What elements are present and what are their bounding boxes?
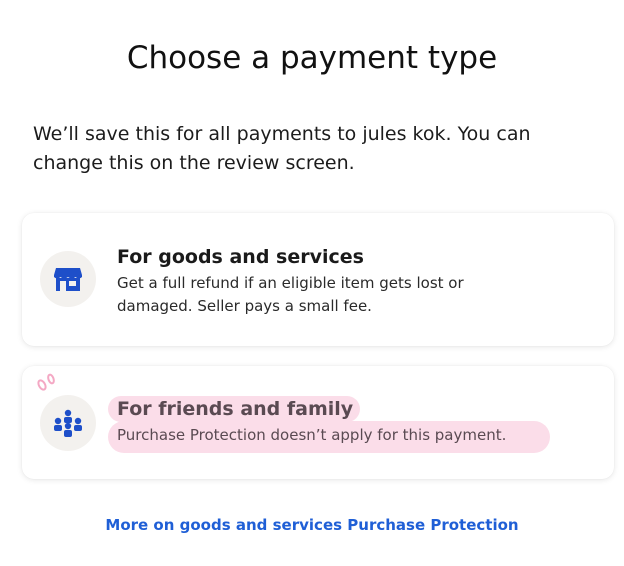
people-group-icon bbox=[40, 395, 96, 451]
sparkle-icon bbox=[37, 373, 55, 391]
option-title: For goods and services bbox=[117, 246, 364, 268]
storefront-icon bbox=[40, 251, 96, 307]
purchase-protection-link[interactable]: More on goods and services Purchase Prot… bbox=[0, 516, 624, 534]
option-description: Purchase Protection doesn’t apply for th… bbox=[117, 426, 507, 444]
option-friends-and-family[interactable]: For friends and family Purchase Protecti… bbox=[22, 366, 614, 479]
option-goods-and-services[interactable]: For goods and services Get a full refund… bbox=[22, 213, 614, 346]
page-description: We’ll save this for all payments to jule… bbox=[33, 123, 531, 174]
page-title: Choose a payment type bbox=[126, 40, 498, 76]
option-description: Get a full refund if an eligible item ge… bbox=[117, 274, 464, 315]
option-title: For friends and family bbox=[117, 398, 354, 420]
